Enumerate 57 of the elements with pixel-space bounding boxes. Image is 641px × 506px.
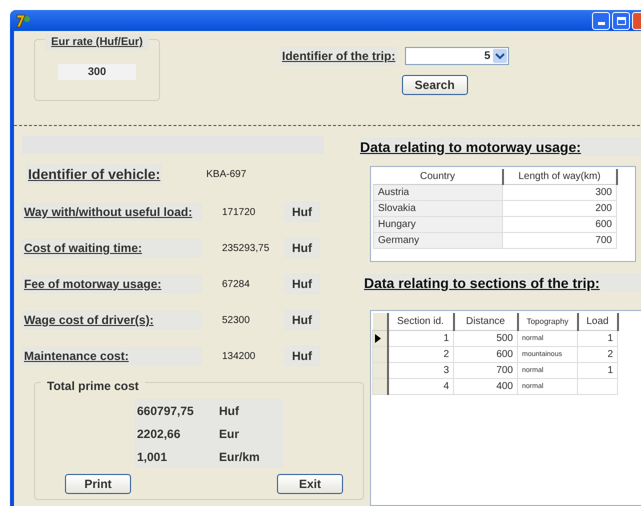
table-cell: 1 [388,330,454,346]
table-cell: 400 [454,378,518,394]
cost-value: 171720 [222,206,256,218]
cost-value: 235293,75 [222,242,270,254]
column-header[interactable]: Load [578,313,618,330]
column-header[interactable]: Distance [454,313,518,330]
cost-value: 134200 [222,350,256,362]
field-label: Identifier of vehicle: [26,164,162,184]
rate-value: 300 [58,64,136,80]
unit-label: Huf [284,310,320,330]
unit-label: Huf [284,346,320,366]
cost-value: 67284 [222,278,251,290]
field-label: Cost of waiting time: [22,239,202,257]
table-cell: 600 [454,346,518,362]
table-cell: 3 [388,362,454,378]
section-heading: Data relating to motorway usage: [360,138,641,156]
column-header[interactable]: Section id. [388,313,454,330]
column-header[interactable]: Length of way(km) [502,169,616,184]
table-cell: 4 [388,378,454,394]
table-cell: 2 [388,346,454,362]
column-header[interactable]: Country [374,169,502,184]
total-value: 660797,75 [136,404,195,418]
field-label: Identifier of the trip: [280,47,398,65]
field-label: Maintenance cost: [22,347,202,365]
table-cell: Austria [374,184,502,200]
field-label: Wage cost of driver(s): [22,311,202,329]
table-cell: 500 [454,330,518,346]
table-cell: 1 [578,330,618,346]
column-header[interactable]: Topography [518,313,578,330]
table-cell: Germany [374,232,502,248]
unit-label: Huf [284,202,320,222]
unit-label: Eur [219,426,240,440]
search-button[interactable]: Search [402,75,468,95]
group-label: Eur rate (Huf/Eur) [45,34,149,50]
table-cell: 1 [578,362,618,378]
unit-label: Huf [284,238,320,258]
table-cell: 200 [502,200,616,216]
unit-label: Huf [284,274,320,294]
unit-label: Eur/km [219,450,260,464]
table-cell: 700 [502,232,616,248]
dialog-button[interactable]: Print [65,474,131,494]
total-value: 1,001 [136,450,168,464]
vehicle-value: KBA-697 [206,168,246,180]
table-cell: 600 [502,216,616,232]
table-cell: 700 [454,362,518,378]
field-label: Way with/without useful load: [22,203,202,221]
unit-label: Huf [219,404,239,418]
total-value: 2202,66 [136,426,182,440]
cost-value: 52300 [222,314,251,326]
section-heading: Data relating to sections of the trip: [364,274,641,292]
table-cell: Hungary [374,216,502,232]
dialog-button[interactable]: Exit [277,474,343,494]
trip-dropdown[interactable]: 5 [405,47,510,65]
table-cell: 300 [502,184,616,200]
table-cell: Slovakia [374,200,502,216]
field-label: Fee of motorway usage: [22,275,202,293]
table-cell: 2 [578,346,618,362]
